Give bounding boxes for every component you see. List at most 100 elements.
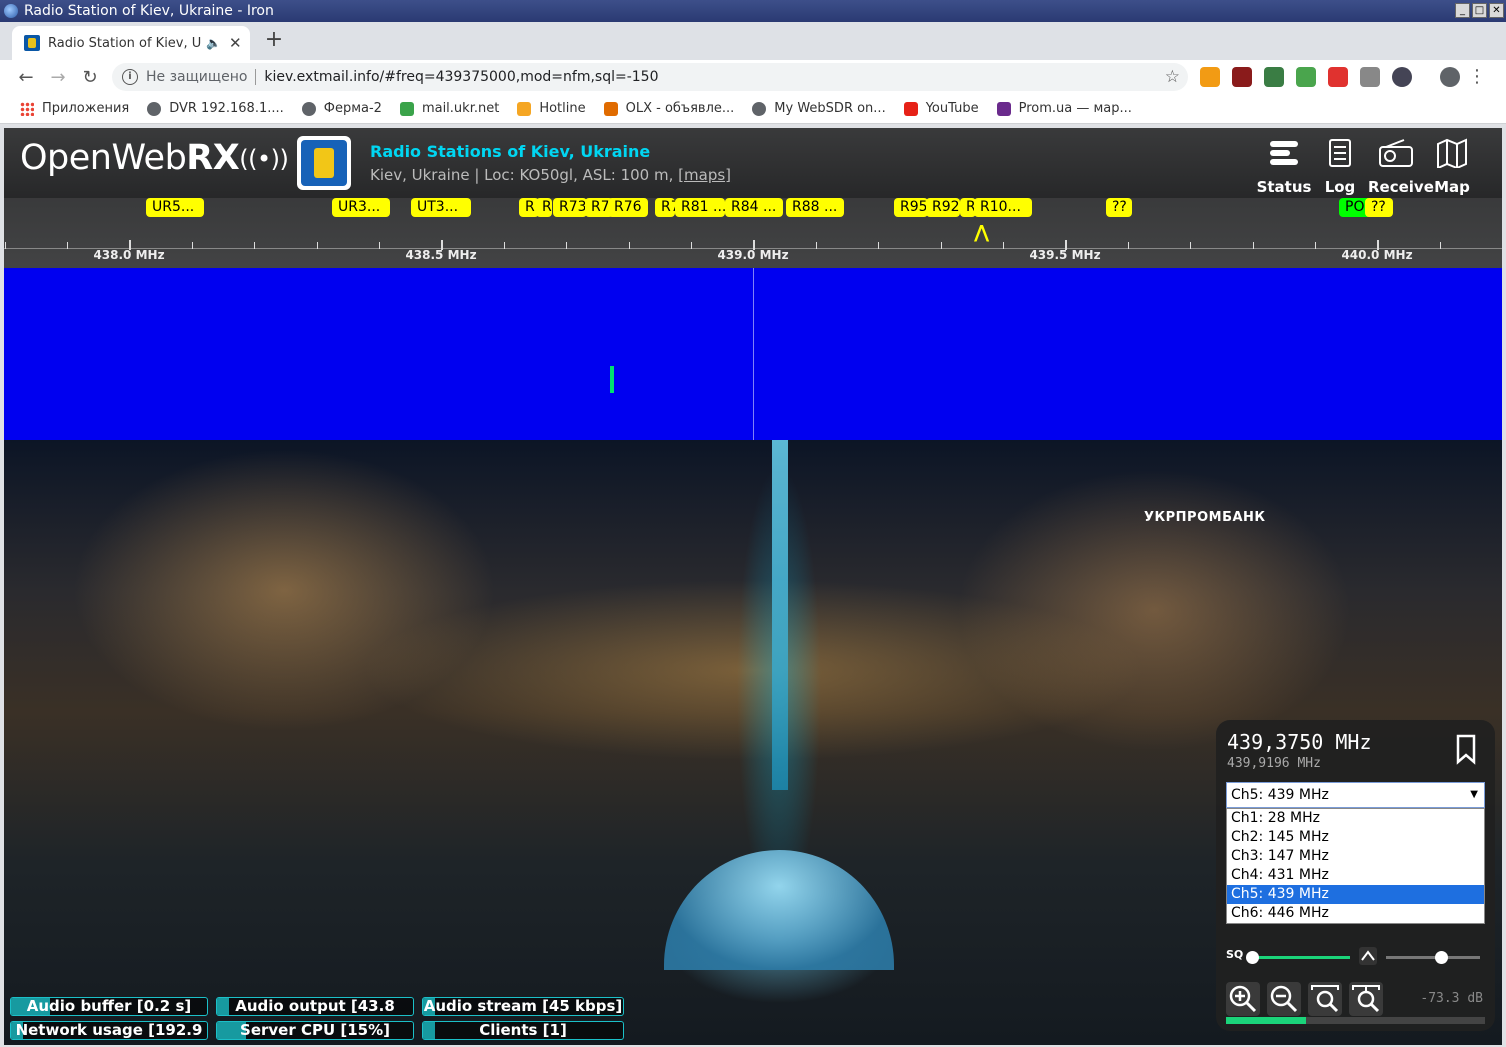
scale-tick [192, 242, 193, 249]
profile-avatar-icon[interactable] [1440, 67, 1460, 87]
profile-option[interactable]: Ch2: 145 MHz [1227, 828, 1484, 847]
frequency-bookmark[interactable]: UT3... [411, 198, 471, 217]
profile-option[interactable]: Ch3: 147 MHz [1227, 847, 1484, 866]
profile-option[interactable]: Ch1: 28 MHz [1227, 809, 1484, 828]
receiver-avatar [297, 136, 351, 190]
close-tab-icon[interactable]: ✕ [229, 34, 242, 52]
gain-knob[interactable] [1434, 951, 1448, 964]
extension-home-icon[interactable] [1200, 67, 1220, 87]
new-tab-button[interactable]: + [262, 28, 286, 52]
zoom-reset-icon[interactable] [1349, 982, 1383, 1016]
extension-grid-icon[interactable] [1360, 67, 1380, 87]
extension-gear-icon[interactable] [1392, 67, 1412, 87]
signal-db-value: -73.3 dB [1420, 991, 1483, 1006]
bookmark-item[interactable]: Prom.ua — мар... [996, 101, 1132, 116]
reload-icon[interactable]: ↻ [74, 67, 106, 88]
extension-house-icon[interactable] [1296, 67, 1316, 87]
frequency-bookmark[interactable]: ?? [1106, 198, 1132, 217]
scale-tick [5, 242, 6, 249]
map-panel-button[interactable]: Map [1424, 136, 1480, 196]
bookmark-label: YouTube [925, 101, 979, 116]
frequency-bookmark[interactable]: ?? [1365, 198, 1393, 217]
frequency-bookmark[interactable]: UR3... [332, 198, 390, 217]
bookmark-item[interactable]: Hotline [517, 101, 586, 116]
frequency-display[interactable]: 439,3750 MHz [1227, 730, 1372, 754]
squelch-slider[interactable] [1246, 951, 1350, 964]
scale-tick [941, 242, 942, 249]
receive-panel-button[interactable]: Receive [1368, 136, 1434, 196]
bookmark-label: Hotline [539, 101, 586, 116]
ublock-icon[interactable] [1232, 67, 1252, 87]
profile-option[interactable]: Ch4: 431 MHz [1227, 866, 1484, 885]
scale-tick [629, 242, 630, 249]
openwebrx-logo[interactable]: OpenWebRX((•)) [20, 138, 289, 178]
star-bookmark-icon[interactable]: ☆ [1165, 67, 1180, 87]
window-titlebar: Radio Station of Kiev, Ukraine - Iron _ … [0, 0, 1506, 22]
chevron-down-icon: ▼ [1470, 789, 1478, 800]
profile-selected: Ch5: 439 MHz [1231, 787, 1329, 803]
zoom-out-icon[interactable] [1267, 982, 1301, 1016]
tuning-marker-icon[interactable]: ⋀ [974, 222, 989, 243]
profile-select[interactable]: Ch5: 439 MHz ▼ [1226, 782, 1485, 808]
bookmark-item[interactable]: DVR 192.168.1.... [147, 101, 284, 116]
forward-arrow-icon[interactable]: → [42, 67, 74, 88]
frequency-bookmark[interactable]: R76 [608, 198, 648, 217]
panel-button-label: Receive [1368, 178, 1434, 196]
status-bar: Audio buffer [0.2 s] [10, 997, 208, 1016]
frequency-bookmark[interactable]: R95 [894, 198, 928, 217]
frequency-bookmark[interactable]: R [536, 198, 552, 217]
scale-frequency-label: 438.5 MHz [405, 248, 477, 262]
scale-tick [317, 242, 318, 249]
bookmark-item[interactable]: My WebSDR on... [752, 101, 886, 116]
scale-tick [1315, 242, 1316, 249]
bookmark-label: My WebSDR on... [774, 101, 886, 116]
squelch-knob[interactable] [1246, 951, 1259, 964]
extension-red-icon[interactable] [1328, 67, 1348, 87]
speaker-icon[interactable]: 🔈 [206, 36, 221, 50]
bookmark-item[interactable]: YouTube [903, 101, 979, 116]
bookmark-item[interactable]: Приложения [20, 101, 129, 116]
scale-tick [691, 242, 692, 249]
zoom-fit-icon[interactable] [1308, 982, 1342, 1016]
profile-option[interactable]: Ch6: 446 MHz [1227, 904, 1484, 923]
extension-shield-icon[interactable] [1264, 67, 1284, 87]
status-bar: Audio stream [45 kbps] [422, 997, 624, 1016]
url-text[interactable]: kiev.extmail.info/#freq=439375000,mod=nf… [264, 69, 658, 85]
frequency-bookmark[interactable]: R88 ... [786, 198, 844, 217]
frequency-bookmark[interactable]: UR5... [146, 198, 204, 217]
waterfall-display[interactable] [4, 268, 1502, 440]
info-icon[interactable]: i [122, 69, 138, 85]
frequency-scale[interactable]: ⋀ 438.0 MHz 438.5 MHz 439.0 MHz 439.5 MHz 44… [4, 198, 1502, 268]
bookmark-label: DVR 192.168.1.... [169, 101, 284, 116]
minimize-button[interactable]: _ [1455, 3, 1470, 18]
map-icon [1437, 138, 1467, 170]
scale-frequency-label: 439.5 MHz [1029, 248, 1101, 262]
bookmark-item[interactable]: OLX - объявле... [603, 101, 734, 116]
frequency-bookmark[interactable]: R92 [926, 198, 960, 217]
frequency-bookmark[interactable]: R73 [553, 198, 587, 217]
status-panel-button[interactable]: Status [1256, 136, 1312, 196]
log-panel-button[interactable]: Log [1312, 136, 1368, 196]
bookmark-item[interactable]: mail.ukr.net [399, 101, 499, 116]
frequency-bookmark[interactable]: R10... [974, 198, 1032, 217]
youtube-icon [903, 101, 918, 116]
auto-squelch-icon[interactable] [1358, 946, 1378, 966]
frequency-bookmark[interactable]: R7 [655, 198, 675, 217]
frequency-bookmark[interactable]: R84 ... [725, 198, 783, 217]
signal-trace [610, 366, 614, 393]
back-arrow-icon[interactable]: ← [10, 67, 42, 88]
maximize-button[interactable]: □ [1472, 3, 1487, 18]
maps-link[interactable]: [maps] [678, 166, 731, 184]
bookmark-icon[interactable] [1451, 732, 1481, 766]
status-bar-label: Server CPU [15%] [240, 1021, 390, 1039]
bookmark-item[interactable]: Ферма-2 [301, 101, 382, 116]
zoom-in-icon[interactable] [1226, 982, 1260, 1016]
profile-option[interactable]: Ch5: 439 MHz [1227, 885, 1484, 904]
gain-slider[interactable] [1386, 951, 1480, 964]
browser-tab[interactable]: Radio Station of Kiev, U 🔈 ✕ [12, 26, 250, 60]
frequency-bookmark[interactable]: R81 ... [675, 198, 725, 217]
menu-dots-icon[interactable]: ⋮ [1468, 66, 1486, 87]
address-bar[interactable]: i Не защищено kiev.extmail.info/#freq=43… [112, 63, 1188, 91]
close-window-button[interactable]: ✕ [1489, 3, 1504, 18]
receiver-title: Radio Stations of Kiev, Ukraine [370, 142, 651, 161]
